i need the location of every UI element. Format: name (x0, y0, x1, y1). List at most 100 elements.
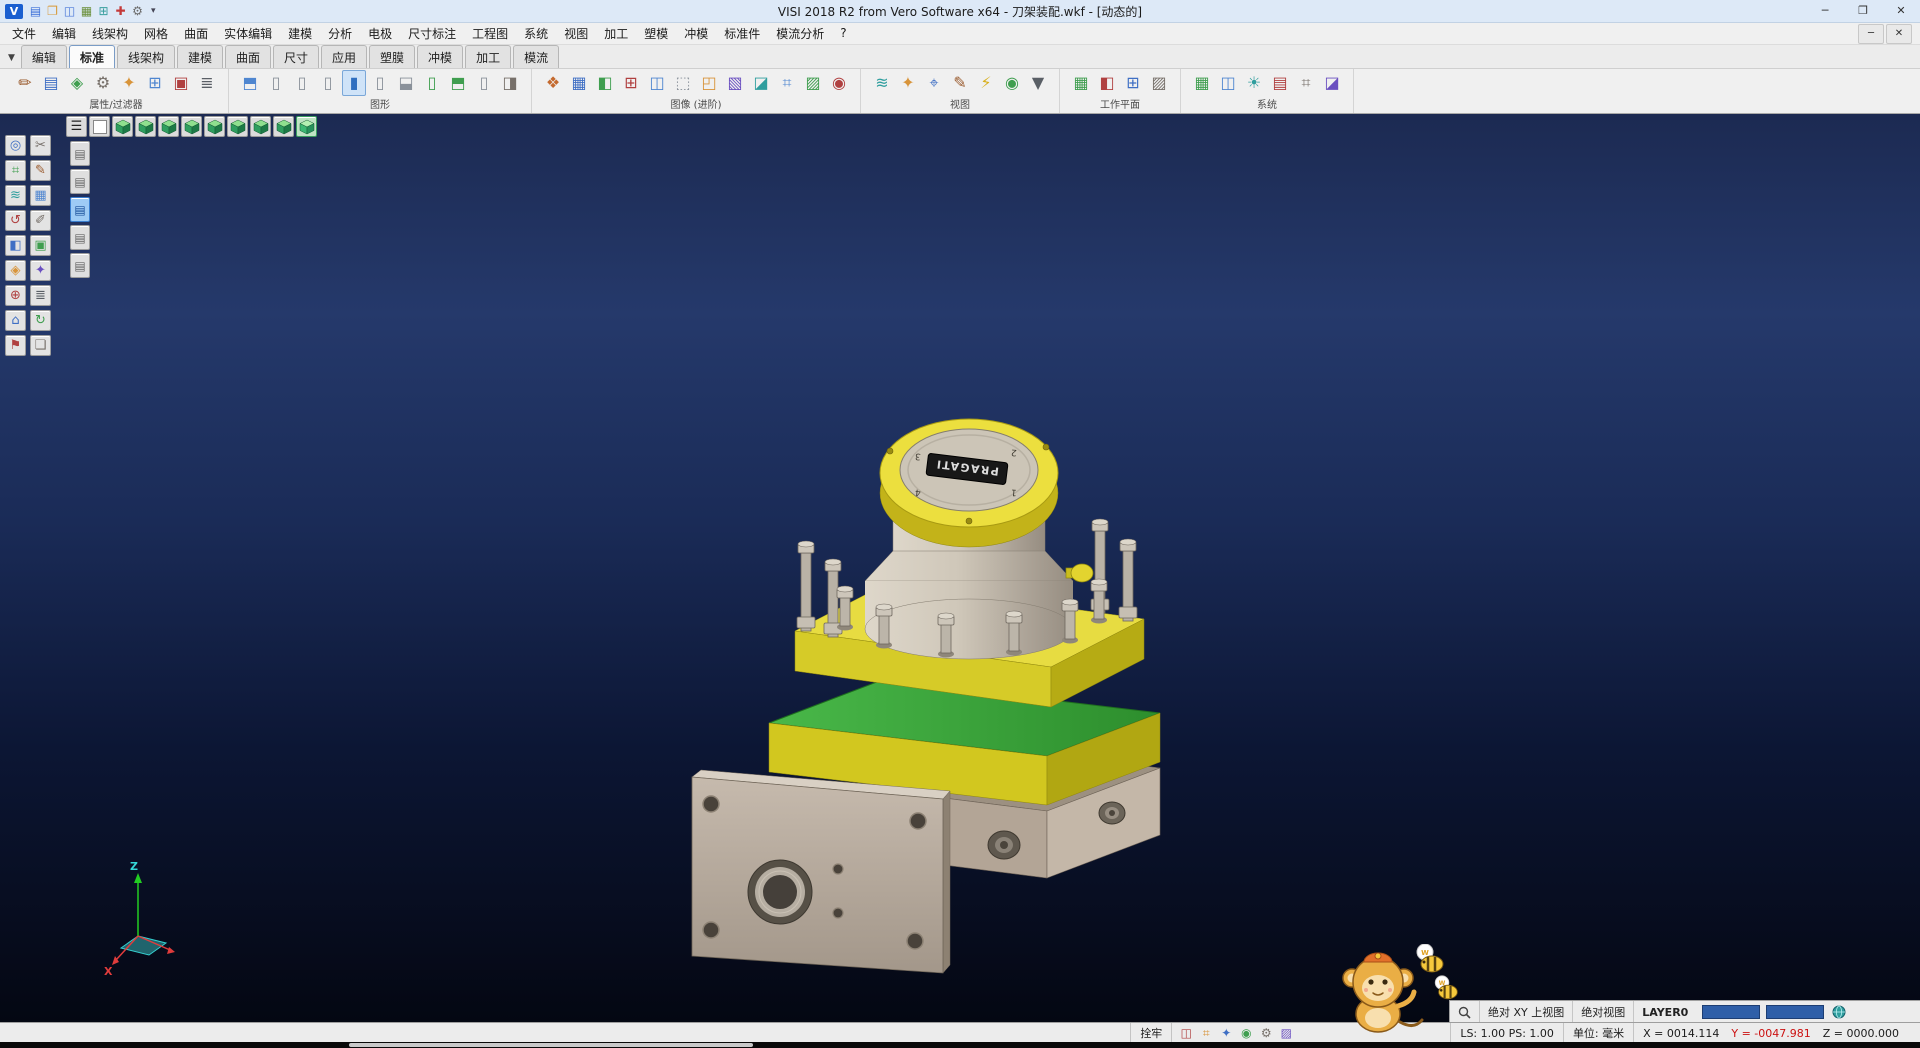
layer-indicator[interactable]: LAYER0 (1633, 1001, 1696, 1023)
tab-6[interactable]: 应用 (321, 45, 367, 68)
view-button-5[interactable] (181, 116, 202, 137)
menu-item-12[interactable]: 视图 (556, 23, 596, 44)
tabbar-dropdown[interactable]: ▼ (4, 53, 21, 68)
menu-item-14[interactable]: 塑模 (636, 23, 676, 44)
ribbon-icon-2-8[interactable]: ◪ (749, 70, 773, 96)
left-toolbar-icon-17[interactable]: ❏ (30, 335, 51, 356)
quick-access-icon-6[interactable]: ⚙ (129, 2, 146, 20)
menu-item-1[interactable]: 编辑 (44, 23, 84, 44)
ribbon-icon-3-2[interactable]: ⌖ (922, 70, 946, 96)
menu-item-8[interactable]: 电极 (360, 23, 400, 44)
left-toolbar-icon-4[interactable]: ≋ (5, 185, 26, 206)
tab-5[interactable]: 尺寸 (273, 45, 319, 68)
menu-item-5[interactable]: 实体编辑 (216, 23, 280, 44)
mascot[interactable]: W W (1340, 944, 1480, 1044)
left-toolbar-icon-15[interactable]: ↻ (30, 310, 51, 331)
ribbon-icon-3-6[interactable]: ▼ (1026, 70, 1050, 96)
view-mode-indicator[interactable]: 绝对 XY 上视图 (1479, 1001, 1572, 1023)
ribbon-icon-4-3[interactable]: ▨ (1147, 70, 1171, 96)
tab-4[interactable]: 曲面 (225, 45, 271, 68)
ribbon-icon-1-5[interactable]: ▯ (368, 70, 392, 96)
menu-item-2[interactable]: 线架构 (84, 23, 136, 44)
ribbon-icon-1-0[interactable]: ⬒ (238, 70, 262, 96)
ribbon-icon-3-0[interactable]: ≋ (870, 70, 894, 96)
view-button-6[interactable] (204, 116, 225, 137)
ribbon-icon-1-2[interactable]: ▯ (290, 70, 314, 96)
left-toolbar-icon-7[interactable]: ✐ (30, 210, 51, 231)
menu-item-16[interactable]: 标准件 (716, 23, 768, 44)
menu-item-11[interactable]: 系统 (516, 23, 556, 44)
ribbon-icon-1-10[interactable]: ◨ (498, 70, 522, 96)
globe-icon[interactable] (1824, 1001, 1854, 1023)
left-toolbar-icon-9[interactable]: ▣ (30, 235, 51, 256)
quick-access-icon-5[interactable]: ✚ (112, 2, 129, 20)
quick-access-caret[interactable]: ▾ (146, 6, 161, 16)
left-toolbar-icon-2[interactable]: ⌗ (5, 160, 26, 181)
menu-item-0[interactable]: 文件 (4, 23, 44, 44)
ribbon-icon-2-1[interactable]: ▦ (567, 70, 591, 96)
menu-item-4[interactable]: 曲面 (176, 23, 216, 44)
left-toolbar-icon-16[interactable]: ⚑ (5, 335, 26, 356)
ribbon-icon-5-1[interactable]: ◫ (1216, 70, 1240, 96)
view-button-8[interactable] (250, 116, 271, 137)
ribbon-icon-0-7[interactable]: ≣ (195, 70, 219, 96)
left-toolbar-icon-12[interactable]: ⊕ (5, 285, 26, 306)
clip-strip-icon-2[interactable]: ▤ (70, 197, 90, 222)
quick-access-icon-1[interactable]: ❐ (44, 2, 61, 20)
ribbon-icon-1-3[interactable]: ▯ (316, 70, 340, 96)
ribbon-icon-5-0[interactable]: ▦ (1190, 70, 1214, 96)
ribbon-icon-1-7[interactable]: ▯ (420, 70, 444, 96)
statusbar-icon-2[interactable]: ✦ (1216, 1025, 1236, 1041)
ribbon-icon-1-9[interactable]: ▯ (472, 70, 496, 96)
ribbon-icon-2-6[interactable]: ◰ (697, 70, 721, 96)
tab-7[interactable]: 塑膜 (369, 45, 415, 68)
ribbon-icon-0-2[interactable]: ◈ (65, 70, 89, 96)
units-indicator[interactable]: 单位: 毫米 (1563, 1023, 1633, 1043)
left-toolbar-icon-11[interactable]: ✦ (30, 260, 51, 281)
ribbon-icon-0-3[interactable]: ⚙ (91, 70, 115, 96)
ribbon-icon-4-1[interactable]: ◧ (1095, 70, 1119, 96)
left-toolbar-icon-1[interactable]: ✂ (30, 135, 51, 156)
clip-strip-icon-0[interactable]: ▤ (70, 141, 90, 166)
doc-minimize-button[interactable]: ─ (1858, 24, 1884, 44)
statusbar-icon-3[interactable]: ◉ (1236, 1025, 1256, 1041)
model-3d[interactable]: PRAGATI 3 2 4 1 (0, 113, 1920, 1023)
absolute-view-indicator[interactable]: 绝对视图 (1572, 1001, 1633, 1023)
ribbon-icon-0-0[interactable]: ✏ (13, 70, 37, 96)
left-toolbar-icon-10[interactable]: ◈ (5, 260, 26, 281)
lock-toggle[interactable]: 拴牢 (1130, 1023, 1171, 1043)
menu-item-6[interactable]: 建模 (280, 23, 320, 44)
view-button-1[interactable] (89, 116, 110, 137)
ribbon-icon-4-2[interactable]: ⊞ (1121, 70, 1145, 96)
tab-0[interactable]: 编辑 (21, 45, 67, 68)
quick-access-icon-0[interactable]: ▤ (27, 2, 44, 20)
tab-2[interactable]: 线架构 (117, 45, 175, 68)
clip-strip-icon-4[interactable]: ▤ (70, 253, 90, 278)
tab-1[interactable]: 标准 (69, 45, 115, 68)
quick-access-icon-4[interactable]: ⊞ (95, 2, 112, 20)
menu-item-10[interactable]: 工程图 (464, 23, 516, 44)
left-toolbar-icon-5[interactable]: ▦ (30, 185, 51, 206)
view-button-9[interactable] (273, 116, 294, 137)
ribbon-icon-2-9[interactable]: ⌗ (775, 70, 799, 96)
tab-9[interactable]: 加工 (465, 45, 511, 68)
tab-3[interactable]: 建模 (177, 45, 223, 68)
ribbon-icon-1-4[interactable]: ▮ (342, 70, 366, 96)
left-toolbar-icon-13[interactable]: ≣ (30, 285, 51, 306)
statusbar-icon-1[interactable]: ⌗ (1196, 1025, 1216, 1041)
ribbon-icon-5-5[interactable]: ◪ (1320, 70, 1344, 96)
menu-item-15[interactable]: 冲模 (676, 23, 716, 44)
ribbon-icon-2-3[interactable]: ⊞ (619, 70, 643, 96)
clip-strip-icon-3[interactable]: ▤ (70, 225, 90, 250)
tab-8[interactable]: 冲模 (417, 45, 463, 68)
ribbon-icon-2-0[interactable]: ❖ (541, 70, 565, 96)
ribbon-icon-1-6[interactable]: ⬓ (394, 70, 418, 96)
menu-item-7[interactable]: 分析 (320, 23, 360, 44)
view-button-3[interactable] (135, 116, 156, 137)
view-button-7[interactable] (227, 116, 248, 137)
view-button-0[interactable]: ☰ (66, 116, 87, 137)
left-toolbar-icon-0[interactable]: ◎ (5, 135, 26, 156)
view-button-2[interactable] (112, 116, 133, 137)
menu-item-18[interactable]: ? (832, 24, 854, 42)
ribbon-icon-5-3[interactable]: ▤ (1268, 70, 1292, 96)
